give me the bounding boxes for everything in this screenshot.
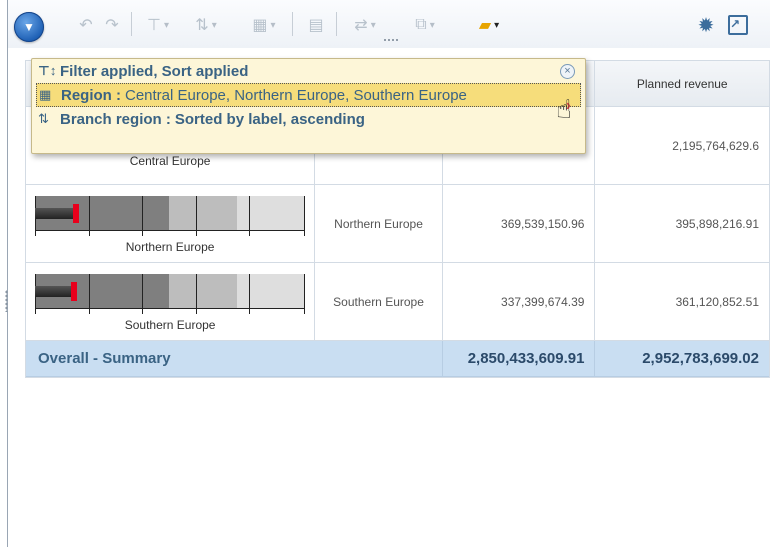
popout-button[interactable]: ↗: [726, 14, 750, 36]
toolbar-separator: [336, 12, 337, 36]
swap-axes-icon: ⇄: [354, 17, 368, 34]
bullet-graph-cell: Northern Europe: [26, 185, 316, 263]
value-cell: 369,539,150.96: [442, 185, 596, 263]
filter-value: Central Europe, Northern Europe, Souther…: [125, 86, 467, 104]
caret-icon: ▾: [429, 19, 435, 31]
calculation-button[interactable]: ▦ ▾: [244, 14, 284, 36]
dimension-icon: ▦: [39, 87, 52, 102]
filter-label: Region :: [61, 86, 121, 104]
sort-icon: ⇅: [38, 111, 49, 126]
undo-icon: ↶: [79, 17, 93, 34]
summary-planned-revenue: 2,952,783,699.02: [595, 341, 769, 377]
close-icon[interactable]: ×: [560, 64, 575, 79]
settings-button[interactable]: ✹: [694, 14, 718, 37]
planned-revenue-cell: 361,120,852.51: [595, 263, 769, 341]
filter-item-region[interactable]: ▦ Region : Central Europe, Northern Euro…: [36, 83, 581, 107]
column-header-planned-revenue[interactable]: Planned revenue: [595, 61, 769, 107]
hierarchy-icon: ⧉: [415, 16, 427, 33]
filter-icon: ⊤: [147, 17, 161, 34]
region-cell: Northern Europe: [315, 185, 443, 263]
value-cell: 337,399,674.39: [442, 263, 596, 341]
sort-item-branch-region[interactable]: ⇅ Branch region : Sorted by label, ascen…: [32, 107, 585, 131]
caret-icon: ▾: [270, 19, 276, 31]
bullet-graph: [35, 273, 306, 314]
sort-value: Sorted by label, ascending: [174, 110, 365, 128]
filter-sort-icon: ⊤↕: [38, 63, 57, 78]
chevron-down-icon: ▼: [23, 20, 35, 34]
menu-button[interactable]: ▼: [14, 12, 44, 42]
popup-header: ⊤↕ Filter applied, Sort applied: [32, 59, 585, 83]
table-icon: ▤: [308, 17, 324, 34]
target-marker: [73, 203, 80, 223]
caret-icon: ▾: [370, 19, 376, 31]
target-marker: [71, 281, 78, 301]
region-cell: Southern Europe: [315, 263, 443, 341]
chart-type-button[interactable]: ▰ ▾: [468, 14, 510, 36]
chart-type-icon: ▰: [478, 17, 492, 34]
caret-icon: ▾: [211, 19, 217, 31]
redo-icon: ↷: [105, 17, 119, 34]
summary-value: 2,850,433,609.91: [442, 341, 596, 377]
filter-button[interactable]: ⊤ ▾: [140, 14, 176, 36]
sort-icon: ⇅: [195, 17, 209, 34]
filter-sort-popup: ⊤↕ Filter applied, Sort applied × ▦ Regi…: [31, 58, 586, 154]
redo-button[interactable]: ↷: [100, 14, 124, 36]
swap-axes-button[interactable]: ⇄ ▾: [344, 14, 386, 36]
bullet-graph-label: Central Europe: [129, 153, 211, 168]
planned-revenue-cell: 2,195,764,629.6: [595, 107, 769, 185]
table-row: Northern Europe Northern Europe 369,539,…: [26, 185, 769, 263]
sort-label: Branch region :: [60, 110, 171, 128]
summary-label: Overall - Summary: [26, 341, 443, 377]
planned-revenue-cell: 395,898,216.91: [595, 185, 769, 263]
caret-icon: ▾: [494, 19, 500, 31]
sort-button[interactable]: ⇅ ▾: [186, 14, 226, 36]
table-row: Southern Europe Southern Europe 337,399,…: [26, 263, 769, 341]
table-button[interactable]: ▤: [302, 14, 330, 36]
gear-icon: ✹: [697, 14, 715, 37]
hierarchy-button[interactable]: ⧉ ▾: [404, 14, 446, 36]
bullet-graph-label: Southern Europe: [124, 317, 216, 332]
bullet-graph: [35, 195, 306, 236]
popup-title: Filter applied, Sort applied: [60, 62, 249, 80]
popout-icon: ↗: [728, 15, 748, 35]
bullet-graph-cell: Southern Europe: [26, 263, 316, 341]
undo-button[interactable]: ↶: [74, 14, 98, 36]
toolbar-drag-handle[interactable]: [383, 38, 399, 42]
toolbar-separator: [131, 12, 132, 36]
caret-icon: ▾: [163, 19, 169, 31]
app-frame: ▼ ↶ ↷ ⊤ ▾ ⇅ ▾ ▦ ▾ ▤ ⇄ ▾ ⧉ ▾ ▰ ▾ ✹ ↗ Planned re…: [5, 0, 770, 547]
bullet-graph-label: Northern Europe: [125, 239, 215, 254]
summary-row: Overall - Summary 2,850,433,609.91 2,952…: [26, 341, 769, 377]
hand-cursor-icon: ☝: [556, 94, 572, 124]
side-resize-grip[interactable]: [5, 290, 8, 312]
calculation-icon: ▦: [252, 17, 268, 34]
toolbar: ▼ ↶ ↷ ⊤ ▾ ⇅ ▾ ▦ ▾ ▤ ⇄ ▾ ⧉ ▾ ▰ ▾ ✹ ↗: [8, 0, 770, 48]
toolbar-separator: [292, 12, 293, 36]
